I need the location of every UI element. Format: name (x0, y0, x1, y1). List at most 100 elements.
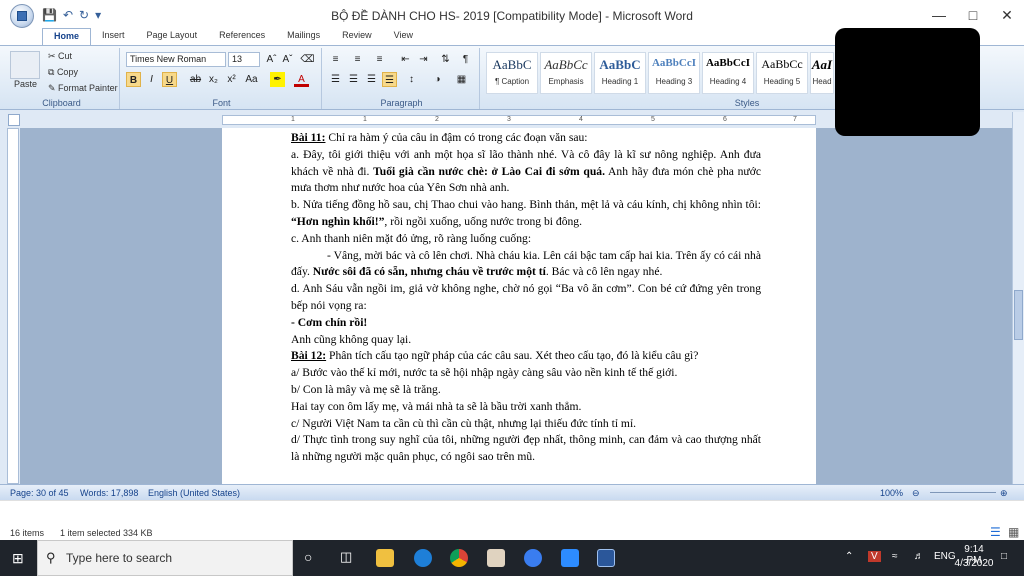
align-center-icon[interactable]: ☰ (346, 72, 361, 87)
taskbar-search[interactable]: ⚲ Type here to search (37, 540, 293, 576)
vertical-scrollbar[interactable] (1012, 112, 1024, 484)
paste-icon[interactable] (10, 51, 40, 79)
font-group: Times New Roman 13 Aˆ Aˇ ⌫ B I U ab x₂ x… (122, 48, 322, 109)
details-view-icon[interactable]: ☰ (990, 525, 1001, 539)
style-heading-3[interactable]: AaBbCcI Heading 3 (648, 52, 700, 94)
line-spacing-icon[interactable]: ↕ (404, 72, 419, 87)
paragraph-group: ≡ ≡ ≡ ⇤ ⇥ ⇅ ¶ ☰ ☰ ☰ ☰ ↕ ◑ ▦ Paragraph (324, 48, 480, 109)
notification-icon[interactable]: □ (1001, 551, 1007, 562)
tiles-view-icon[interactable]: ▦ (1008, 525, 1019, 539)
tab-mailings[interactable]: Mailings (276, 28, 331, 46)
copy-button[interactable]: ⧉ Copy (48, 67, 78, 78)
multilevel-list-icon[interactable]: ≡ (372, 52, 387, 67)
document-page[interactable]: Bài 11: Chỉ ra hàm ý của câu in đậm có t… (222, 128, 816, 484)
bold-icon[interactable]: B (126, 72, 141, 87)
borders-icon[interactable]: ▦ (454, 72, 469, 87)
zoom-slider[interactable] (930, 492, 996, 493)
subscript-icon[interactable]: x₂ (206, 72, 221, 87)
bold-text: Nước sôi đã có sẵn, nhưng cháu về trước … (312, 265, 546, 279)
strikethrough-icon[interactable]: ab (188, 72, 203, 87)
tab-page-layout[interactable]: Page Layout (136, 28, 209, 46)
scroll-thumb[interactable] (1014, 290, 1023, 340)
decrease-indent-icon[interactable]: ⇤ (398, 52, 413, 67)
font-family-select[interactable]: Times New Roman (126, 52, 226, 67)
volume-icon[interactable]: ♬ (914, 551, 924, 562)
style-heading-more[interactable]: AaI Head (810, 52, 834, 94)
tab-home[interactable]: Home (42, 28, 92, 46)
cut-button[interactable]: ✂ Cut (48, 51, 72, 62)
language[interactable]: English (United States) (148, 488, 240, 498)
font-color-icon[interactable]: A (294, 72, 309, 87)
format-painter-button[interactable]: ✎ Format Painter (48, 83, 118, 94)
style-caption[interactable]: AaBbC ¶ Caption (486, 52, 538, 94)
word-icon[interactable] (597, 549, 615, 567)
superscript-icon[interactable]: x² (224, 72, 239, 87)
vertical-ruler[interactable] (7, 128, 19, 484)
style-heading-5[interactable]: AaBbCc Heading 5 (756, 52, 808, 94)
style-heading-1[interactable]: AaBbC Heading 1 (594, 52, 646, 94)
tab-selector[interactable] (8, 114, 20, 126)
justify-icon[interactable]: ☰ (382, 72, 397, 87)
explorer-status-bar: 16 items 1 item selected 334 KB ☰ ▦ (0, 500, 1024, 540)
style-heading-4[interactable]: AaBbCcI Heading 4 (702, 52, 754, 94)
task-view-icon[interactable]: ◫ (340, 549, 352, 565)
sort-icon[interactable]: ⇅ (438, 52, 453, 67)
antivirus-icon[interactable]: V (868, 551, 881, 562)
style-emphasis[interactable]: AaBbCc Emphasis (540, 52, 592, 94)
italic-icon[interactable]: I (144, 72, 159, 87)
zoom-icon[interactable] (561, 549, 579, 567)
file-explorer-icon[interactable] (376, 549, 394, 567)
network-icon[interactable]: ≈ (892, 551, 898, 562)
cortana-icon[interactable]: ○ (304, 549, 312, 565)
status-bar: Page: 30 of 45 Words: 17,898 English (Un… (0, 484, 1024, 500)
ruler-number: 3 (507, 116, 511, 123)
chevron-up-icon[interactable]: ⌃ (845, 551, 853, 562)
increase-indent-icon[interactable]: ⇥ (416, 52, 431, 67)
word-count[interactable]: Words: 17,898 (80, 488, 138, 498)
tab-view[interactable]: View (383, 28, 424, 46)
horizontal-ruler[interactable]: 1 1 2 3 4 5 6 7 (222, 115, 816, 125)
show-marks-icon[interactable]: ¶ (458, 52, 473, 67)
align-left-icon[interactable]: ☰ (328, 72, 343, 87)
tab-references[interactable]: References (208, 28, 276, 46)
shading-icon[interactable]: ◑ (430, 72, 445, 87)
chrome-icon[interactable] (450, 549, 468, 567)
edge-icon[interactable] (414, 549, 432, 567)
exercise-label: Bài 12: (291, 349, 327, 363)
highlight-icon[interactable]: ✒ (270, 72, 285, 87)
close-button[interactable]: ✕ (990, 0, 1024, 30)
page-count[interactable]: Page: 30 of 45 (10, 488, 69, 498)
document-body[interactable]: Bài 11: Chỉ ra hàm ý của câu in đậm có t… (291, 130, 761, 466)
ruler-number: 7 (793, 116, 797, 123)
numbering-icon[interactable]: ≡ (350, 52, 365, 67)
tab-review[interactable]: Review (331, 28, 383, 46)
clear-format-icon[interactable]: ⌫ (300, 52, 315, 67)
windows-start-icon[interactable]: ⊞ (12, 550, 24, 567)
grow-font-icon[interactable]: Aˆ (264, 52, 279, 67)
zalo-icon[interactable] (524, 549, 542, 567)
change-case-icon[interactable]: Aa (244, 72, 259, 87)
paste-button[interactable]: Paste (14, 79, 37, 89)
question-b-2: Hai tay con ôm lấy mẹ, và mái nhà ta sẽ … (291, 399, 582, 413)
shrink-font-icon[interactable]: Aˇ (280, 52, 295, 67)
style-name: Heading 4 (709, 77, 747, 86)
underline-icon[interactable]: U (162, 72, 177, 87)
style-name: Heading 3 (655, 77, 693, 86)
bullets-icon[interactable]: ≡ (328, 52, 343, 67)
paragraph-d: d. Anh Sáu vẫn ngồi im, giả vờ không ngh… (291, 282, 761, 312)
minimize-button[interactable]: — (922, 0, 956, 30)
exercise-text: Chỉ ra hàm ý của câu in đậm có trong các… (325, 131, 588, 144)
text: b. Nửa tiếng đồng hồ sau, chị Thao chui … (291, 198, 761, 212)
tab-insert[interactable]: Insert (91, 28, 136, 46)
align-right-icon[interactable]: ☰ (364, 72, 379, 87)
maximize-button[interactable]: □ (956, 0, 990, 30)
tool-icon[interactable] (487, 549, 505, 567)
zoom-in-icon[interactable]: ⊕ (1000, 488, 1008, 499)
text: , rồi ngồi xuống, uống nước trong bi đôn… (384, 214, 583, 228)
selection-info: 1 item selected 334 KB (60, 528, 153, 538)
clock-date[interactable]: 4/3/2020 (951, 558, 997, 569)
zoom-out-icon[interactable]: ⊖ (912, 488, 920, 499)
zoom-level[interactable]: 100% (880, 488, 903, 498)
ruler-number: 4 (579, 116, 583, 123)
font-size-select[interactable]: 13 (228, 52, 260, 67)
